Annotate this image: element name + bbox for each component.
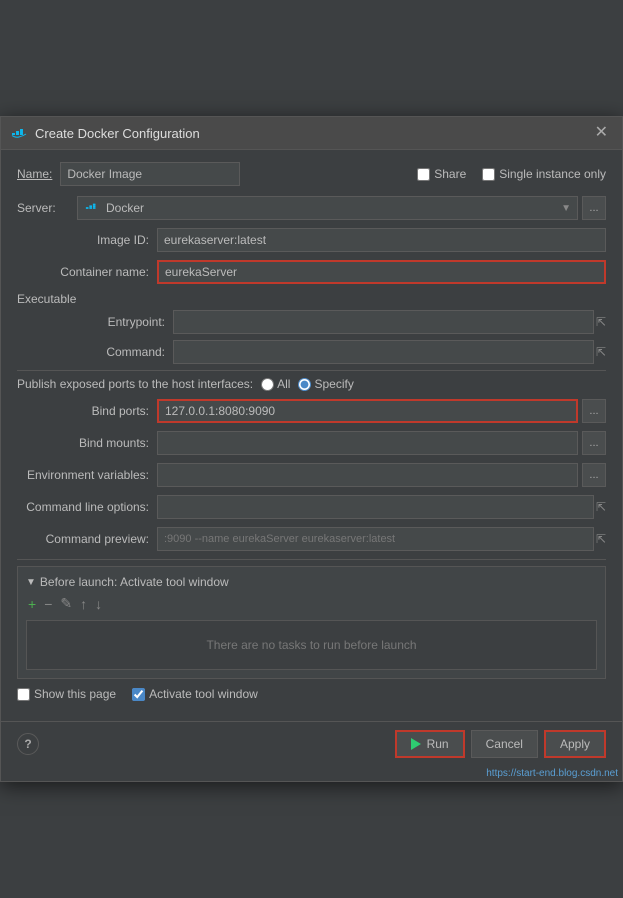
- server-docker-icon: [84, 200, 100, 216]
- ports-label: Publish exposed ports to the host interf…: [17, 377, 253, 391]
- container-name-row: Container name:: [17, 260, 606, 284]
- run-label: Run: [427, 737, 449, 751]
- cmd-line-options-row: Command line options: ⇱: [17, 495, 606, 519]
- entrypoint-input[interactable]: [173, 310, 594, 334]
- all-radio-label[interactable]: All: [261, 377, 290, 391]
- server-dropdown-arrow: ▼: [561, 203, 571, 214]
- specify-radio-text: Specify: [314, 377, 353, 391]
- dialog-content: Name: Share Single instance only Server:: [1, 150, 622, 721]
- single-instance-label: Single instance only: [499, 167, 606, 181]
- image-id-input[interactable]: [157, 228, 606, 252]
- activate-tool-checkbox-label[interactable]: Activate tool window: [132, 687, 258, 701]
- server-value: Docker: [106, 201, 557, 215]
- no-tasks-text: There are no tasks to run before launch: [206, 638, 416, 652]
- name-label: Name:: [17, 167, 52, 181]
- help-button[interactable]: ?: [17, 733, 39, 755]
- run-button[interactable]: Run: [395, 730, 465, 758]
- single-instance-checkbox[interactable]: [482, 168, 495, 181]
- command-row: Command: ⇱: [33, 340, 606, 364]
- bind-mounts-ellipsis-button[interactable]: ...: [582, 431, 606, 455]
- apply-button[interactable]: Apply: [544, 730, 606, 758]
- image-id-label: Image ID:: [17, 233, 157, 247]
- env-vars-ellipsis-button[interactable]: ...: [582, 463, 606, 487]
- close-button[interactable]: ✕: [591, 123, 612, 143]
- bind-ports-row: Bind ports: ...: [17, 399, 606, 423]
- server-row: Server: Docker ▼ ...: [17, 196, 606, 220]
- specify-radio-label[interactable]: Specify: [298, 377, 353, 391]
- server-label: Server:: [17, 201, 77, 215]
- container-name-label: Container name:: [17, 265, 157, 279]
- dialog-footer: ? Run Cancel Apply: [1, 721, 622, 766]
- all-radio[interactable]: [261, 378, 274, 391]
- create-docker-dialog: Create Docker Configuration ✕ Name: Shar…: [0, 116, 623, 782]
- env-vars-input[interactable]: [157, 463, 578, 487]
- entrypoint-expand-button[interactable]: ⇱: [596, 315, 606, 329]
- run-icon: [411, 738, 421, 750]
- dialog-title: Create Docker Configuration: [35, 126, 591, 141]
- ports-radio-group: All Specify: [261, 377, 354, 391]
- name-input[interactable]: [60, 162, 240, 186]
- before-launch-toolbar: + − ✎ ↑ ↓: [26, 595, 597, 612]
- cmd-line-options-input[interactable]: [157, 495, 594, 519]
- executable-section-label: Executable: [17, 292, 606, 306]
- command-expand-button[interactable]: ⇱: [596, 345, 606, 359]
- single-instance-checkbox-label[interactable]: Single instance only: [482, 167, 606, 181]
- env-vars-label: Environment variables:: [17, 468, 157, 482]
- cmd-preview-expand-button[interactable]: ⇱: [596, 532, 606, 546]
- bind-mounts-label: Bind mounts:: [17, 436, 157, 450]
- no-tasks-area: There are no tasks to run before launch: [26, 620, 597, 670]
- env-vars-row: Environment variables: ...: [17, 463, 606, 487]
- command-label: Command:: [33, 345, 173, 359]
- docker-icon: [11, 125, 27, 141]
- move-up-button[interactable]: ↑: [78, 596, 89, 612]
- cmd-preview-input: [157, 527, 594, 551]
- name-row: Name: Share Single instance only: [17, 162, 606, 186]
- watermark: https://start-end.blog.csdn.net: [1, 766, 622, 781]
- entrypoint-label: Entrypoint:: [33, 315, 173, 329]
- remove-task-button[interactable]: −: [42, 596, 54, 612]
- container-name-input[interactable]: [157, 260, 606, 284]
- bottom-checkboxes: Show this page Activate tool window: [17, 687, 606, 701]
- activate-tool-checkbox[interactable]: [132, 688, 145, 701]
- ports-section: Publish exposed ports to the host interf…: [17, 377, 606, 391]
- bind-ports-ellipsis-button[interactable]: ...: [582, 399, 606, 423]
- bind-mounts-row: Bind mounts: ...: [17, 431, 606, 455]
- server-ellipsis-button[interactable]: ...: [582, 196, 606, 220]
- before-launch-triangle: ▼: [26, 577, 36, 588]
- share-checkbox[interactable]: [417, 168, 430, 181]
- before-launch-text: Before launch: Activate tool window: [40, 575, 229, 589]
- edit-task-button[interactable]: ✎: [58, 595, 74, 612]
- all-radio-text: All: [277, 377, 290, 391]
- activate-tool-label: Activate tool window: [149, 687, 258, 701]
- move-down-button[interactable]: ↓: [93, 596, 104, 612]
- server-combo[interactable]: Docker ▼: [77, 196, 578, 220]
- share-checkbox-label[interactable]: Share: [417, 167, 466, 181]
- show-page-label: Show this page: [34, 687, 116, 701]
- share-label: Share: [434, 167, 466, 181]
- cmd-preview-row: Command preview: ⇱: [17, 527, 606, 551]
- title-bar: Create Docker Configuration ✕: [1, 117, 622, 150]
- watermark-url: https://start-end.blog.csdn.net: [486, 768, 618, 779]
- bind-ports-label: Bind ports:: [17, 404, 157, 418]
- options-group: Share Single instance only: [417, 167, 606, 181]
- bind-mounts-input[interactable]: [157, 431, 578, 455]
- add-task-button[interactable]: +: [26, 596, 38, 612]
- entrypoint-row: Entrypoint: ⇱: [33, 310, 606, 334]
- cancel-button[interactable]: Cancel: [471, 730, 538, 758]
- cmd-preview-label: Command preview:: [17, 532, 157, 546]
- cmd-line-options-label: Command line options:: [17, 500, 157, 514]
- command-input[interactable]: [173, 340, 594, 364]
- show-page-checkbox[interactable]: [17, 688, 30, 701]
- cmd-line-options-expand-button[interactable]: ⇱: [596, 500, 606, 514]
- before-launch-header: ▼ Before launch: Activate tool window: [26, 575, 597, 589]
- image-id-row: Image ID:: [17, 228, 606, 252]
- specify-radio[interactable]: [298, 378, 311, 391]
- show-page-checkbox-label[interactable]: Show this page: [17, 687, 116, 701]
- before-launch-section: ▼ Before launch: Activate tool window + …: [17, 566, 606, 679]
- bind-ports-input[interactable]: [157, 399, 578, 423]
